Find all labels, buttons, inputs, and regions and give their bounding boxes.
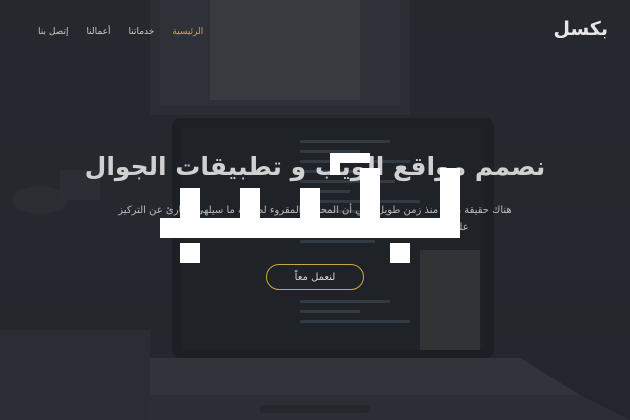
main-nav: الرئيسية خدماتنا أعمالنا إتصل بنا [20,25,203,39]
brand-logo[interactable]: بكسل [554,18,608,40]
nav-link-contact[interactable]: إتصل بنا [38,25,68,39]
nav-link-portfolio[interactable]: أعمالنا [86,25,110,39]
nav-link-services[interactable]: خدماتنا [128,25,154,39]
watermark-logo [160,153,460,263]
nav-link-home[interactable]: الرئيسية [172,25,203,39]
navbar: بكسل الرئيسية خدماتنا أعمالنا إتصل بنا [0,0,630,64]
